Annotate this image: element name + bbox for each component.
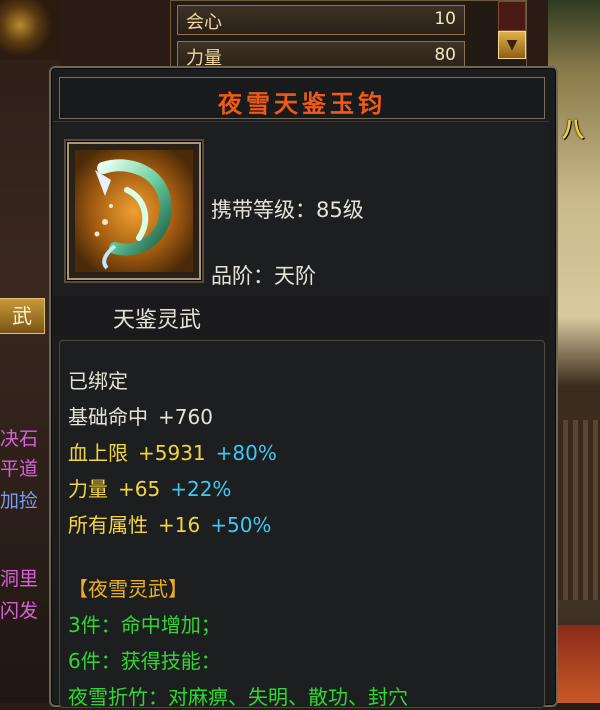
set-bonus-title: 【夜雪灵武】 xyxy=(68,577,188,601)
attribute-name: 所有属性 xyxy=(68,513,148,537)
attribute-row: 所有属性 +16 +50% xyxy=(68,509,271,538)
scene-red-structure xyxy=(556,625,600,703)
attribute-bonus: +80% xyxy=(215,441,277,465)
item-name: 夜雪天鉴玉钧 xyxy=(218,90,386,118)
attribute-name: 力量 xyxy=(68,477,108,501)
attribute-row: 血上限 +5931 +80% xyxy=(68,437,277,466)
character-stats-panel: 会心 10 力量 80 ▼ xyxy=(170,0,527,71)
item-grade: 品阶：天阶 xyxy=(211,264,316,288)
bind-status: 已绑定 xyxy=(68,369,128,393)
left-side-tab[interactable]: 武 xyxy=(0,298,45,334)
attribute-bonus: +50% xyxy=(210,513,272,537)
chat-text-line: 加捡 xyxy=(0,490,39,512)
attribute-name: 基础命中 xyxy=(68,405,148,429)
item-icon-frame[interactable] xyxy=(67,142,201,280)
item-category: 天鉴灵武 xyxy=(113,308,202,333)
attribute-name: 血上限 xyxy=(68,441,128,465)
stat-value: 80 xyxy=(434,45,456,65)
jade-hook-weapon-icon xyxy=(75,150,193,272)
item-title-bar: 夜雪天鉴玉钧 xyxy=(59,77,545,119)
scroll-down-button[interactable]: ▼ xyxy=(498,31,526,59)
chat-text-line: 闪发 xyxy=(0,600,39,622)
attribute-row: 力量 +65 +22% xyxy=(68,473,231,502)
stat-label: 会心 xyxy=(186,12,222,33)
set-bonus-entry: 3件：命中增加； xyxy=(68,613,221,637)
stat-row-crit: 会心 10 xyxy=(177,5,465,35)
attribute-value: +760 xyxy=(158,405,213,429)
attribute-row: 基础命中 +760 xyxy=(68,401,213,430)
scrollbar-track[interactable] xyxy=(498,1,526,31)
item-tooltip: 夜雪天鉴玉钧 携带等级：85级 品阶：天阶 天鉴灵武 已绑定 基础命中 +760… xyxy=(49,66,558,709)
attribute-bonus: +22% xyxy=(170,477,232,501)
character-portrait[interactable] xyxy=(0,0,60,60)
set-bonus-entry: 6件：获得技能： xyxy=(68,649,221,673)
chevron-down-icon: ▼ xyxy=(506,37,518,53)
chat-text-line: 决石 xyxy=(0,428,39,450)
chat-text-line: 平道 xyxy=(0,458,39,480)
item-category-bar: 天鉴灵武 xyxy=(53,296,549,336)
scene-banner-text: 八 xyxy=(562,118,585,143)
set-bonus-entry: 夜雪折竹：对麻痹、失明、散功、封穴 xyxy=(68,685,408,709)
attribute-value: +65 xyxy=(118,477,161,501)
attribute-value: +16 xyxy=(158,513,201,537)
chat-text-line: 洞里 xyxy=(0,568,39,590)
attribute-value: +5931 xyxy=(138,441,206,465)
stat-value: 10 xyxy=(434,9,456,29)
item-details: 已绑定 基础命中 +760 血上限 +5931 +80% 力量 +65 +22% 所有属性… xyxy=(59,340,545,709)
required-level: 携带等级：85级 xyxy=(211,198,364,222)
item-header: 携带等级：85级 品阶：天阶 xyxy=(53,121,549,301)
